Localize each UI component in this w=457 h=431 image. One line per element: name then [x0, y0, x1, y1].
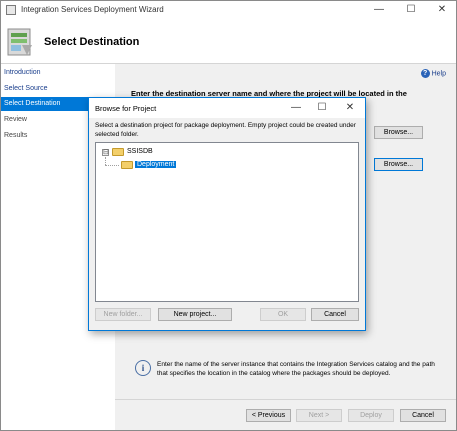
maximize-icon[interactable]: ☐ — [397, 1, 425, 19]
server-browse-button[interactable]: Browse... — [374, 126, 423, 139]
info-icon: i — [135, 360, 151, 376]
footer-separator — [115, 399, 456, 400]
app-icon — [6, 5, 16, 15]
dialog-description: Select a destination project for package… — [95, 122, 356, 138]
dialog-minimize-icon[interactable]: — — [284, 99, 308, 117]
previous-button[interactable]: < Previous — [246, 409, 291, 422]
help-icon: ? — [420, 69, 430, 78]
deploy-button: Deploy — [348, 409, 394, 422]
tree-node-deployment[interactable]: Deployment — [135, 161, 177, 168]
browse-project-dialog: Browse for Project — ☐ ✕ Select a destin… — [88, 97, 366, 331]
tree-collapse-icon[interactable]: ⊟ — [102, 149, 109, 156]
dialog-ok-button: OK — [260, 308, 306, 321]
dialog-title: Browse for Project — [95, 104, 157, 113]
help-label: Help — [431, 70, 446, 78]
dialog-close-icon[interactable]: ✕ — [338, 99, 362, 117]
new-project-button[interactable]: New project... — [158, 308, 232, 321]
page-header: Select Destination — [1, 19, 456, 64]
minimize-icon[interactable]: — — [365, 1, 393, 19]
tree-connector — [105, 165, 119, 166]
folder-open-icon — [112, 148, 124, 156]
wizard-logo-icon — [7, 28, 32, 56]
dialog-cancel-button[interactable]: Cancel — [311, 308, 359, 321]
cancel-button[interactable]: Cancel — [400, 409, 446, 422]
nav-introduction[interactable]: Introduction — [1, 66, 114, 80]
page-title: Select Destination — [44, 36, 140, 48]
window-title: Integration Services Deployment Wizard — [21, 5, 164, 14]
project-tree[interactable]: ⊟ SSISDB Deployment — [95, 142, 359, 302]
close-icon[interactable]: ✕ — [428, 1, 456, 19]
dialog-maximize-icon[interactable]: ☐ — [310, 99, 334, 117]
path-browse-button[interactable]: Browse... — [374, 158, 423, 171]
new-folder-button: New folder... — [95, 308, 151, 321]
info-section: i Enter the name of the server instance … — [135, 354, 445, 390]
folder-icon — [121, 161, 133, 169]
dialog-title-bar: Browse for Project — ☐ ✕ — [89, 98, 365, 118]
nav-select-source[interactable]: Select Source — [1, 82, 114, 96]
title-bar: Integration Services Deployment Wizard —… — [1, 1, 456, 19]
wizard-window: Integration Services Deployment Wizard —… — [0, 0, 457, 431]
info-text: Enter the name of the server instance th… — [157, 361, 435, 377]
next-button: Next > — [296, 409, 342, 422]
tree-connector — [105, 157, 106, 165]
tree-node-ssisdb[interactable]: SSISDB — [127, 148, 153, 155]
help-link[interactable]: ? Help — [420, 69, 446, 78]
